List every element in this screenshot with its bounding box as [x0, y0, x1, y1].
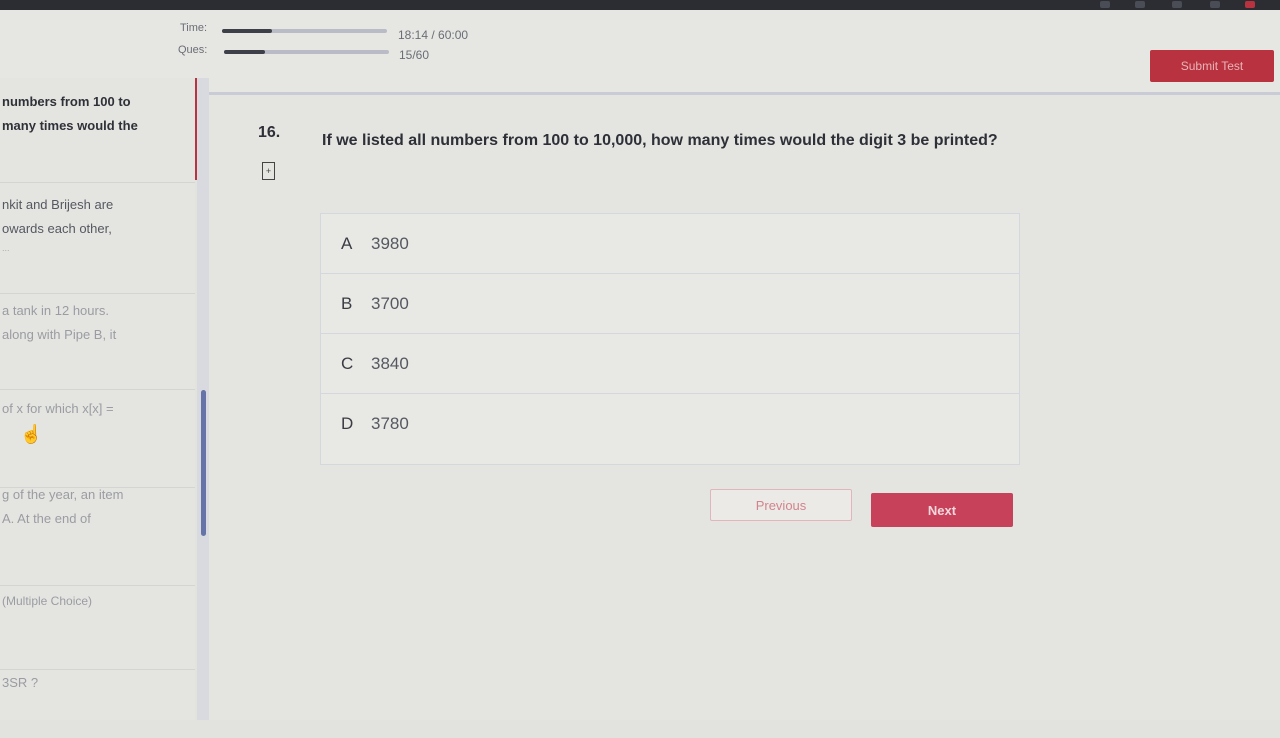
time-value: 18:14 / 60:00 — [398, 28, 469, 42]
window-icon[interactable] — [1135, 1, 1145, 8]
option-text: 3780 — [371, 413, 409, 433]
window-icon[interactable] — [1210, 1, 1220, 8]
time-label: Time: — [180, 22, 208, 34]
question-list-sidebar: numbers from 100 to many times would the… — [0, 78, 195, 720]
question-list-item[interactable]: numbers from 100 to many times would the — [0, 88, 195, 183]
option-b[interactable]: B 3700 — [321, 274, 1019, 334]
option-d[interactable]: D 3780 — [321, 394, 1019, 453]
question-text: If we listed all numbers from 100 to 10,… — [322, 132, 998, 149]
option-letter: A — [341, 233, 353, 253]
question-list-item[interactable]: a tank in 12 hours. along with Pipe B, i… — [0, 283, 195, 390]
time-progress-fill — [222, 29, 272, 33]
question-list-item[interactable]: g of the year, an item A. At the end of — [0, 467, 195, 586]
question-list-item[interactable]: nkit and Brijesh are owards each other, … — [0, 181, 195, 294]
option-a[interactable]: A 3980 — [321, 214, 1019, 274]
bookmark-icon[interactable]: + — [262, 162, 275, 180]
option-text: 3700 — [371, 293, 409, 313]
hand-cursor-icon: ☝ — [20, 424, 43, 444]
sidebar-scroll-thumb[interactable] — [201, 390, 206, 536]
answer-options: A 3980 B 3700 C 3840 D 3780 — [320, 213, 1020, 465]
window-icon[interactable] — [1172, 1, 1182, 8]
previous-button[interactable]: Previous — [710, 489, 852, 521]
option-c[interactable]: C 3840 — [321, 334, 1019, 394]
option-text: 3840 — [371, 353, 409, 373]
ques-progress-fill — [224, 50, 266, 54]
option-letter: D — [341, 413, 354, 433]
ques-progress-bar — [224, 50, 389, 54]
window-top-bar — [0, 0, 1280, 10]
question-number: 16. — [258, 124, 281, 141]
option-letter: C — [341, 353, 354, 373]
ques-value: 15/60 — [399, 48, 430, 62]
option-text: 3980 — [371, 233, 409, 253]
submit-test-button[interactable]: Submit Test — [1150, 50, 1274, 82]
window-icon[interactable] — [1245, 1, 1255, 8]
window-icon[interactable] — [1100, 1, 1110, 8]
question-list-item[interactable]: 3SR ? — [0, 653, 195, 738]
next-button[interactable]: Next — [871, 493, 1013, 527]
option-letter: B — [341, 293, 353, 313]
time-progress-bar — [222, 29, 387, 33]
ques-label: Ques: — [178, 44, 208, 56]
